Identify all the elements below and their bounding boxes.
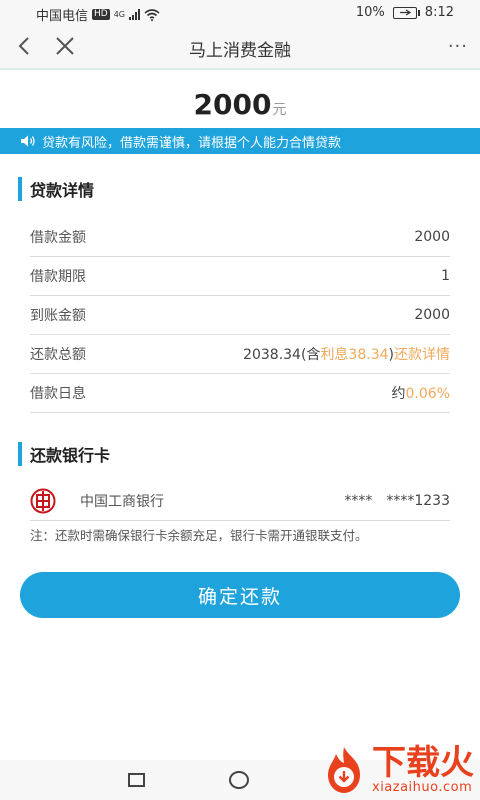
- home-icon[interactable]: [229, 771, 249, 789]
- interest-amount: 利息38.34: [320, 347, 389, 363]
- loan-details-title: 贷款详情: [30, 181, 95, 200]
- detail-label: 还款总额: [30, 347, 86, 363]
- detail-label: 到账金额: [30, 308, 86, 324]
- interest-open: (含: [300, 347, 321, 363]
- loan-details-header: 贷款详情: [18, 177, 94, 201]
- loan-amount-value: 2000: [193, 88, 272, 121]
- card-number-last: ****1233: [386, 493, 450, 509]
- watermark-text: 下载火 xiazaihuo.com: [372, 745, 474, 795]
- wifi-icon: [144, 8, 160, 21]
- total-repayment-amount: 2038.34: [243, 347, 301, 363]
- detail-row-loan-amount: 借款金额 2000: [30, 218, 450, 257]
- page-title: 马上消费金融: [189, 41, 291, 61]
- watermark-main: 下载火: [372, 743, 474, 783]
- status-left: 中国电信 HD 4G: [36, 5, 160, 24]
- section-accent-bar: [18, 442, 22, 466]
- nav-bar: 马上消费金融 ···: [0, 26, 480, 70]
- detail-value: 1: [441, 268, 450, 284]
- total-repayment-value: 2038.34(含利息38.34)还款详情: [243, 344, 450, 364]
- clock: 8:12: [424, 5, 454, 20]
- carrier-name: 中国电信: [36, 9, 89, 24]
- flame-logo-icon: [328, 747, 360, 793]
- loan-amount-unit: 元: [272, 102, 287, 118]
- detail-label: 借款金额: [30, 230, 86, 246]
- network-type: 4G: [113, 10, 126, 19]
- speaker-icon: [21, 135, 35, 147]
- battery-percent: 10%: [355, 5, 385, 20]
- loan-details-list: 借款金额 2000 借款期限 1 到账金额 2000 还款总额 2038.34(…: [30, 218, 450, 413]
- bank-card-title: 还款银行卡: [30, 446, 111, 465]
- status-right: 10% 8:12: [356, 5, 454, 20]
- repayment-detail-link[interactable]: 还款详情: [394, 347, 450, 363]
- daily-interest-prefix: 约: [391, 386, 406, 402]
- detail-value: 2000: [414, 307, 450, 323]
- battery-charging-icon: [392, 6, 420, 19]
- watermark-sub: xiazaihuo.com: [372, 780, 473, 795]
- more-menu-icon[interactable]: ···: [448, 36, 468, 57]
- recent-apps-icon[interactable]: [128, 773, 145, 787]
- bank-name: 中国工商银行: [80, 494, 164, 510]
- section-accent-bar: [18, 177, 22, 201]
- detail-row-total-repayment: 还款总额 2038.34(含利息38.34)还款详情: [30, 335, 450, 374]
- repayment-note: 注：还款时需确保银行卡余额充足，银行卡需开通银联支付。: [30, 528, 368, 543]
- detail-row-loan-term: 借款期限 1: [30, 257, 450, 296]
- daily-interest-rate: 0.06%: [405, 386, 450, 402]
- detail-row-received-amount: 到账金额 2000: [30, 296, 450, 335]
- watermark: 下载火 xiazaihuo.com: [318, 744, 474, 796]
- risk-warning-text: 贷款有风险，借款需谨慎，请根据个人能力合情贷款: [42, 135, 342, 151]
- detail-row-daily-interest: 借款日息 约0.06%: [30, 374, 450, 413]
- bank-card-row[interactable]: 中国工商银行 **** ****1233: [30, 482, 450, 521]
- icbc-bank-logo-icon: [30, 488, 56, 514]
- loan-amount-display: 2000元: [0, 88, 480, 121]
- risk-warning-banner: 贷款有风险，借款需谨慎，请根据个人能力合情贷款: [0, 128, 480, 154]
- daily-interest-value: 约0.06%: [392, 383, 450, 403]
- detail-label: 借款期限: [30, 269, 86, 285]
- detail-label: 借款日息: [30, 386, 86, 402]
- confirm-repayment-button[interactable]: 确定还款: [20, 572, 460, 618]
- status-bar: 中国电信 HD 4G 10% 8:12: [0, 0, 480, 26]
- hd-badge: HD: [92, 9, 110, 20]
- bank-card-header: 还款银行卡: [18, 442, 110, 466]
- detail-value: 2000: [414, 229, 450, 245]
- signal-icon: [129, 9, 141, 20]
- card-number-mask: ****: [344, 493, 373, 509]
